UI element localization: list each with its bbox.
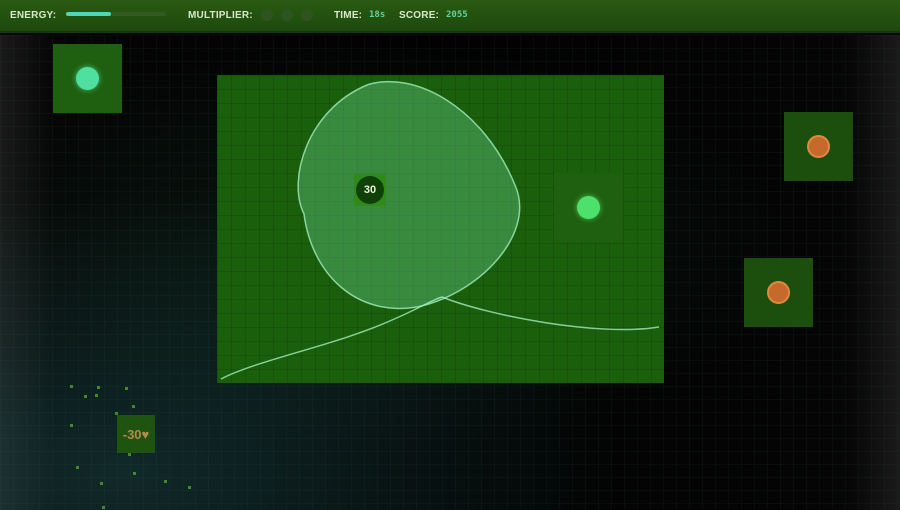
- orange-orb-icon[interactable]: [807, 135, 830, 158]
- spark-particle: [133, 472, 136, 475]
- spark-particle: [95, 394, 98, 397]
- multiplier-slot: [281, 9, 293, 21]
- time-label: TIME:: [334, 10, 363, 21]
- spark-particle: [388, 188, 391, 191]
- spark-particle: [390, 192, 393, 195]
- score-label: SCORE:: [399, 10, 440, 21]
- bonus-pickup[interactable]: 30: [354, 174, 386, 206]
- orange-orb-icon[interactable]: [767, 281, 790, 304]
- orb-tile[interactable]: [53, 44, 122, 113]
- trail-line: [220, 296, 660, 380]
- energy-bar: [66, 12, 166, 16]
- spark-particle: [345, 179, 348, 182]
- energy-label: ENERGY:: [10, 10, 57, 21]
- spark-particle: [100, 482, 103, 485]
- energy-bar-fill: [66, 12, 111, 16]
- spark-particle: [84, 395, 87, 398]
- penalty-popup: -30♥: [117, 415, 155, 453]
- loop-region: [297, 80, 521, 310]
- bonus-value: 30: [356, 176, 384, 204]
- time-value: 18s: [369, 10, 386, 20]
- hud-bar: ENERGY: MULTIPLIER: TIME: 18s SCORE: 205…: [0, 0, 900, 33]
- spark-particle: [115, 412, 118, 415]
- orb-tile[interactable]: [744, 258, 813, 327]
- multiplier-slot: [301, 9, 313, 21]
- spark-particle: [102, 506, 105, 509]
- spark-particle: [70, 385, 73, 388]
- spark-particle: [97, 386, 100, 389]
- orb-tile[interactable]: [554, 173, 623, 242]
- orb-tile[interactable]: [784, 112, 853, 181]
- spark-particle: [132, 405, 135, 408]
- spark-particle: [164, 480, 167, 483]
- lime-orb-icon[interactable]: [577, 196, 600, 219]
- multiplier-label: MULTIPLIER:: [188, 10, 253, 21]
- spark-particle: [76, 466, 79, 469]
- spark-particle: [188, 486, 191, 489]
- score-value: 2055: [446, 10, 468, 20]
- spark-particle: [125, 387, 128, 390]
- spark-particle: [128, 453, 131, 456]
- green-orb-icon[interactable]: [76, 67, 99, 90]
- spark-particle: [70, 424, 73, 427]
- multiplier-slot: [261, 9, 273, 21]
